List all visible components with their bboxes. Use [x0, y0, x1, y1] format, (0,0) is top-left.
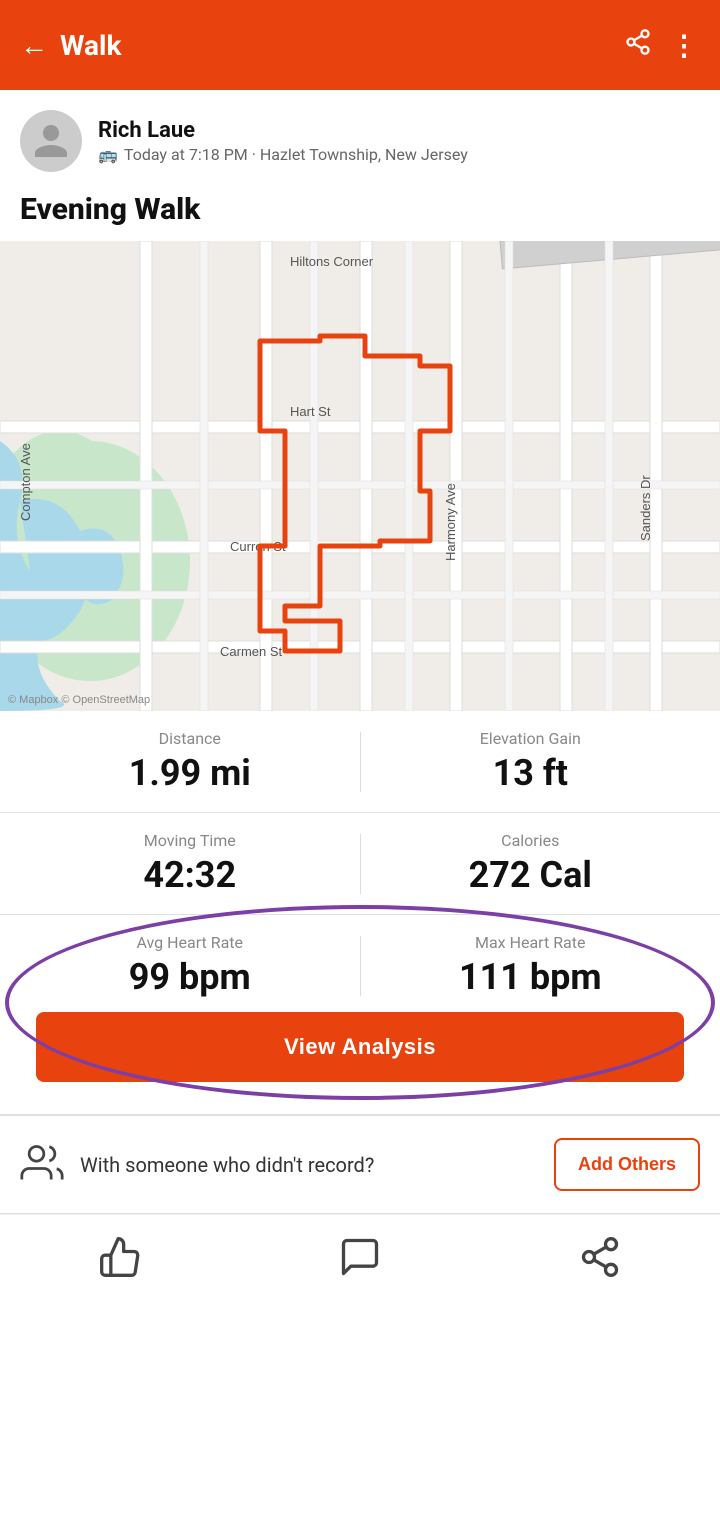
activity-title: Evening Walk [0, 182, 720, 241]
add-others-section: With someone who didn't record? Add Othe… [0, 1115, 720, 1214]
back-button[interactable]: ← [20, 29, 48, 62]
comment-button[interactable] [338, 1235, 382, 1283]
avg-hr-value: 99 bpm [129, 956, 251, 998]
user-info: Rich Laue 🚌 Today at 7:18 PM · Hazlet To… [98, 118, 468, 164]
distance-value: 1.99 mi [129, 752, 251, 794]
stat-moving-time: Moving Time 42:32 [20, 831, 360, 896]
like-button[interactable] [98, 1235, 142, 1283]
avg-hr-label: Avg Heart Rate [136, 933, 243, 952]
moving-time-label: Moving Time [144, 831, 236, 850]
stats-section: Distance 1.99 mi Elevation Gain 13 ft Mo… [0, 711, 720, 1115]
stat-avg-hr: Avg Heart Rate 99 bpm [20, 933, 360, 998]
svg-text:Compton Ave: Compton Ave [18, 443, 33, 521]
calories-label: Calories [501, 831, 559, 850]
stat-calories: Calories 272 Cal [361, 831, 701, 896]
stats-row-1: Distance 1.99 mi Elevation Gain 13 ft [0, 711, 720, 813]
max-hr-value: 111 bpm [459, 956, 602, 998]
header: ← Walk ⋮ [0, 0, 720, 90]
elevation-label: Elevation Gain [480, 729, 581, 748]
stat-elevation: Elevation Gain 13 ft [361, 729, 701, 794]
bottom-nav [0, 1214, 720, 1293]
header-left: ← Walk [20, 29, 121, 62]
svg-text:Hiltons Corner: Hiltons Corner [290, 254, 374, 269]
add-others-button[interactable]: Add Others [554, 1138, 700, 1191]
add-others-prompt: With someone who didn't record? [80, 1153, 374, 1177]
heart-rate-row: Avg Heart Rate 99 bpm Max Heart Rate 111… [20, 933, 700, 998]
people-icon [20, 1141, 64, 1189]
share-button[interactable] [578, 1235, 622, 1283]
stat-distance: Distance 1.99 mi [20, 729, 360, 794]
share-icon[interactable] [624, 28, 652, 62]
more-icon[interactable]: ⋮ [670, 29, 700, 62]
distance-label: Distance [159, 729, 221, 748]
heart-rate-section: Avg Heart Rate 99 bpm Max Heart Rate 111… [0, 915, 720, 1115]
map-container: Hiltons Corner Compton Ave Hart St Harmo… [0, 241, 720, 711]
user-meta: 🚌 Today at 7:18 PM · Hazlet Township, Ne… [98, 145, 468, 164]
stat-max-hr: Max Heart Rate 111 bpm [361, 933, 701, 998]
elevation-value: 13 ft [493, 752, 568, 794]
max-hr-label: Max Heart Rate [475, 933, 585, 952]
svg-text:Sanders Dr: Sanders Dr [638, 475, 653, 541]
add-others-left: With someone who didn't record? [20, 1141, 374, 1189]
stats-row-2: Moving Time 42:32 Calories 272 Cal [0, 813, 720, 915]
svg-text:Carmen St: Carmen St [220, 644, 283, 659]
car-icon: 🚌 [98, 145, 118, 164]
header-icons: ⋮ [624, 28, 700, 62]
moving-time-value: 42:32 [143, 854, 236, 896]
view-analysis-button[interactable]: View Analysis [36, 1012, 684, 1082]
header-title: Walk [60, 29, 121, 62]
user-location-time: Today at 7:18 PM · Hazlet Township, New … [124, 145, 468, 164]
svg-text:Hart St: Hart St [290, 404, 331, 419]
svg-text:© Mapbox © OpenStreetMap: © Mapbox © OpenStreetMap [8, 694, 150, 706]
avatar [20, 110, 82, 172]
user-name: Rich Laue [98, 118, 468, 143]
svg-text:Harmony Ave: Harmony Ave [443, 483, 458, 561]
user-section: Rich Laue 🚌 Today at 7:18 PM · Hazlet To… [0, 90, 720, 182]
calories-value: 272 Cal [469, 854, 592, 896]
